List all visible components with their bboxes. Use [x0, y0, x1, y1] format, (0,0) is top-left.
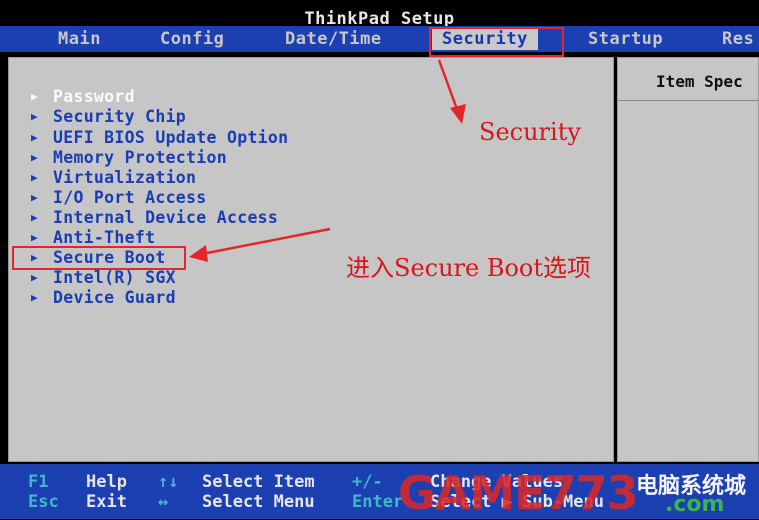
footer-key-legend: F1 Help ↑↓ Select Item +/- Change Values… [0, 464, 759, 520]
footer-key-left-right: ↔ [158, 492, 169, 512]
tab-bar: Main Config Date/Time Security Startup R… [0, 26, 759, 52]
help-panel-title: Item Spec [656, 72, 743, 91]
footer-desc-select-item: Select Item [202, 472, 315, 492]
menu-item-memory-protection[interactable]: ▶ Memory Protection [31, 148, 227, 168]
footer-key-plus-minus: +/- [352, 472, 383, 492]
submenu-arrow-icon: ▶ [31, 131, 38, 144]
submenu-arrow-icon: ▶ [31, 211, 38, 224]
menu-item-security-chip[interactable]: ▶ Security Chip [31, 107, 186, 127]
footer-desc-select-menu: Select Menu [202, 492, 315, 512]
secure-boot-highlight [12, 246, 186, 270]
watermark-domain: .com [665, 492, 725, 517]
submenu-arrow-icon: ▶ [31, 90, 38, 103]
submenu-arrow-icon: ▶ [31, 231, 38, 244]
tab-main[interactable]: Main [58, 26, 101, 52]
tab-restart[interactable]: Res [722, 26, 754, 52]
item-help-panel: Item Spec [617, 57, 759, 462]
tab-config[interactable]: Config [160, 26, 224, 52]
title-bar: ThinkPad Setup [0, 0, 759, 29]
footer-key-esc: Esc [28, 492, 59, 512]
help-panel-divider [618, 100, 759, 101]
footer-desc-help: Help [86, 472, 127, 492]
footer-key-up-down: ↑↓ [158, 472, 179, 492]
footer-key-f1: F1 [28, 472, 49, 492]
menu-item-intel-sgx[interactable]: ▶ Intel(R) SGX [31, 268, 176, 288]
submenu-arrow-icon: ▶ [31, 191, 38, 204]
secure-boot-annotation: 进入Secure Boot选项 [346, 254, 592, 282]
submenu-arrow-icon: ▶ [31, 110, 38, 123]
menu-item-io-port-access[interactable]: ▶ I/O Port Access [31, 188, 207, 208]
menu-item-anti-theft[interactable]: ▶ Anti-Theft [31, 228, 155, 248]
submenu-arrow-icon: ▶ [31, 291, 38, 304]
menu-item-virtualization[interactable]: ▶ Virtualization [31, 168, 196, 188]
security-annotation: Security [479, 118, 581, 146]
submenu-arrow-icon: ▶ [31, 271, 38, 284]
footer-desc-exit: Exit [86, 492, 127, 512]
footer-key-enter: Enter [352, 492, 404, 512]
watermark-brand: GAME773 [398, 466, 639, 520]
tab-startup[interactable]: Startup [588, 26, 663, 52]
tab-date-time[interactable]: Date/Time [285, 26, 382, 52]
submenu-arrow-icon: ▶ [31, 151, 38, 164]
submenu-arrow-icon: ▶ [31, 171, 38, 184]
menu-item-internal-device-access[interactable]: ▶ Internal Device Access [31, 208, 278, 228]
menu-item-device-guard[interactable]: ▶ Device Guard [31, 288, 176, 308]
menu-item-uefi-bios-update-option[interactable]: ▶ UEFI BIOS Update Option [31, 128, 288, 148]
security-tab-highlight [429, 27, 564, 57]
menu-item-password[interactable]: ▶ Password [31, 87, 135, 107]
